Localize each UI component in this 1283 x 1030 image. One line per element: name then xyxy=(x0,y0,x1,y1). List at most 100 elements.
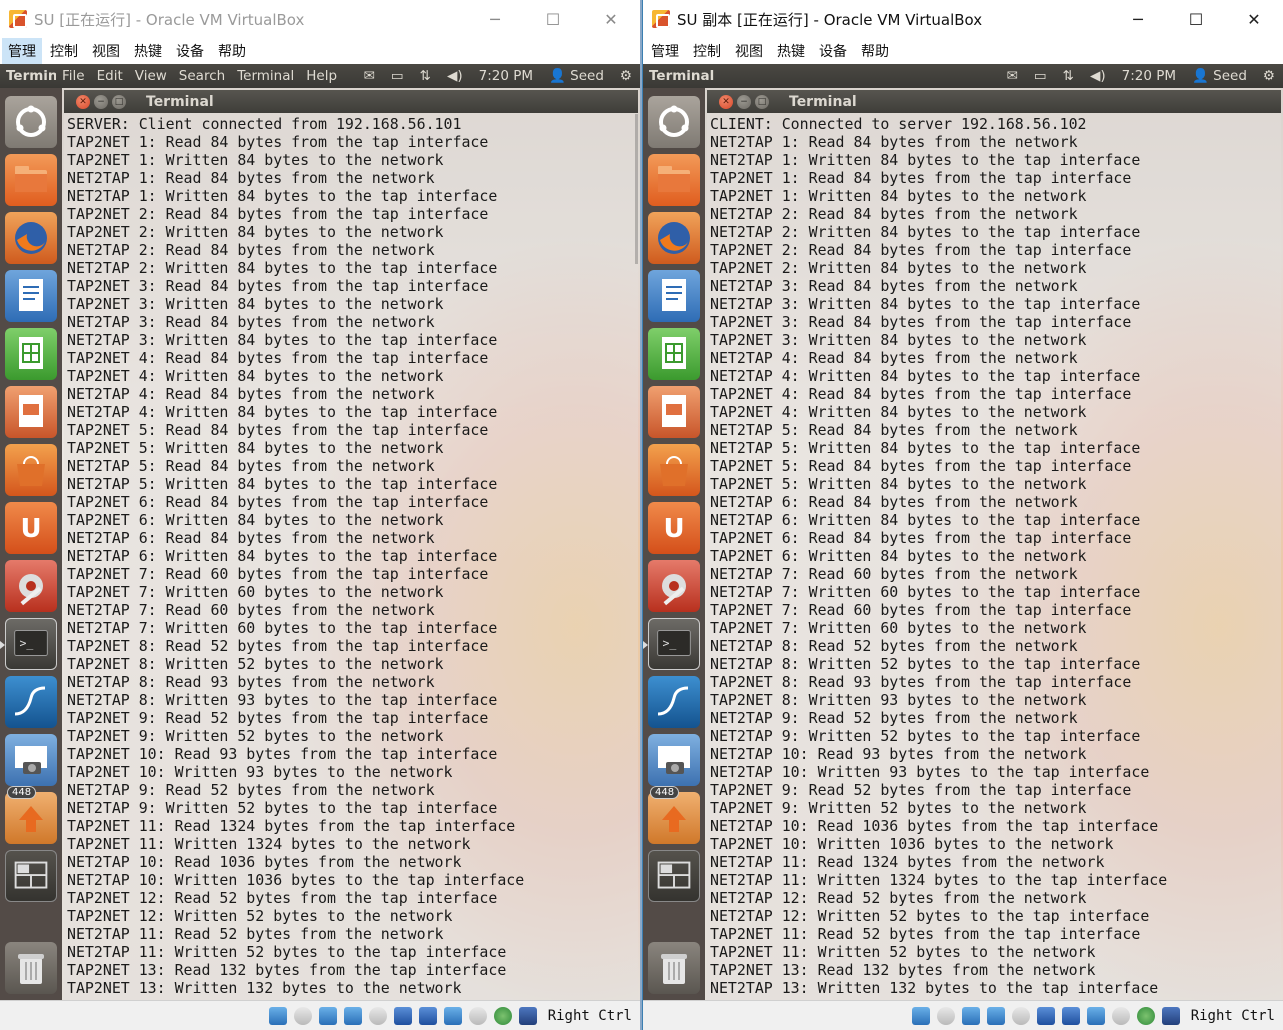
menu-help[interactable]: 帮助 xyxy=(212,38,252,64)
mouse-integration-icon[interactable] xyxy=(1136,1006,1155,1025)
video-capture-icon[interactable] xyxy=(1086,1006,1105,1025)
network-icon[interactable]: ⇅ xyxy=(1063,68,1074,84)
terminal-window[interactable]: ✕ − □ Terminal CLIENT: Connected to serv… xyxy=(707,90,1281,1000)
calc-icon[interactable] xyxy=(5,328,57,380)
optical-drive-icon[interactable] xyxy=(936,1006,955,1025)
usb-icon[interactable] xyxy=(368,1006,387,1025)
terminal-minimize-button[interactable]: − xyxy=(94,94,108,109)
keyboard-capture-icon[interactable] xyxy=(518,1006,537,1025)
menu-view[interactable]: 视图 xyxy=(729,38,769,64)
terminal-scrollbar[interactable] xyxy=(635,114,638,264)
ubuntu-dash-icon[interactable] xyxy=(5,96,57,148)
minimize-button[interactable]: ─ xyxy=(1109,0,1167,38)
screenshot-icon[interactable] xyxy=(648,734,700,786)
menu-manage[interactable]: 管理 xyxy=(645,38,685,64)
calc-icon[interactable] xyxy=(648,328,700,380)
shared-folders-icon[interactable] xyxy=(393,1006,412,1025)
menu-devices[interactable]: 设备 xyxy=(170,38,210,64)
impress-icon[interactable] xyxy=(5,386,57,438)
writer-icon[interactable] xyxy=(648,270,700,322)
panel-menu-help[interactable]: Help xyxy=(300,68,343,84)
trash-icon[interactable] xyxy=(5,942,57,994)
system-settings-icon[interactable] xyxy=(648,560,700,612)
video-capture-icon[interactable] xyxy=(443,1006,462,1025)
ubuntu-dash-icon[interactable] xyxy=(648,96,700,148)
menu-hotkeys[interactable]: 热键 xyxy=(771,38,811,64)
audio-icon[interactable] xyxy=(318,1006,337,1025)
network-adapter-icon[interactable] xyxy=(343,1006,362,1025)
volume-icon[interactable]: ◀) xyxy=(1090,68,1106,84)
hard-disk-icon[interactable] xyxy=(268,1006,287,1025)
menu-control[interactable]: 控制 xyxy=(687,38,727,64)
workspace-switcher-icon[interactable] xyxy=(5,850,57,902)
close-button[interactable]: ✕ xyxy=(1225,0,1283,38)
maximize-button[interactable]: ☐ xyxy=(524,0,582,38)
display-icon[interactable] xyxy=(418,1006,437,1025)
cpu-icon[interactable] xyxy=(468,1006,487,1025)
impress-icon[interactable] xyxy=(648,386,700,438)
mouse-integration-icon[interactable] xyxy=(493,1006,512,1025)
window-titlebar[interactable]: SU 副本 [正在运行] - Oracle VM VirtualBox ─ ☐ … xyxy=(643,0,1283,38)
menu-hotkeys[interactable]: 热键 xyxy=(128,38,168,64)
panel-menu-file[interactable]: File xyxy=(56,68,91,84)
terminal-close-button[interactable]: ✕ xyxy=(719,94,733,109)
terminal-window[interactable]: ✕ − □ Terminal SERVER: Client connected … xyxy=(64,90,638,1000)
user-menu[interactable]: 👤 Seed xyxy=(549,68,604,84)
settings-gear-icon[interactable]: ⚙ xyxy=(620,68,632,84)
terminal-icon[interactable]: >_ xyxy=(648,618,700,670)
menu-manage[interactable]: 管理 xyxy=(2,38,42,64)
keyboard-capture-icon[interactable] xyxy=(1161,1006,1180,1025)
terminal-titlebar[interactable]: ✕ − □ Terminal xyxy=(64,90,638,113)
screenshot-icon[interactable] xyxy=(5,734,57,786)
clock[interactable]: 7:20 PM xyxy=(479,68,533,84)
files-icon[interactable] xyxy=(648,154,700,206)
files-icon[interactable] xyxy=(5,154,57,206)
panel-menu-edit[interactable]: Edit xyxy=(91,68,129,84)
wireshark-icon[interactable] xyxy=(5,676,57,728)
ubuntu-one-icon[interactable]: U xyxy=(5,502,57,554)
cpu-icon[interactable] xyxy=(1111,1006,1130,1025)
trash-icon[interactable] xyxy=(648,942,700,994)
battery-icon[interactable]: ▭ xyxy=(391,68,404,84)
terminal-titlebar[interactable]: ✕ − □ Terminal xyxy=(707,90,1281,113)
writer-icon[interactable] xyxy=(5,270,57,322)
software-center-icon[interactable] xyxy=(648,444,700,496)
terminal-close-button[interactable]: ✕ xyxy=(76,94,90,109)
ubuntu-one-icon[interactable]: U xyxy=(648,502,700,554)
firefox-icon[interactable] xyxy=(5,212,57,264)
user-menu[interactable]: 👤 Seed xyxy=(1192,68,1247,84)
volume-icon[interactable]: ◀) xyxy=(447,68,463,84)
optical-drive-icon[interactable] xyxy=(293,1006,312,1025)
menu-help[interactable]: 帮助 xyxy=(855,38,895,64)
terminal-maximize-button[interactable]: □ xyxy=(755,94,769,109)
guest-display[interactable]: Terminal ✉ ▭ ⇅ ◀) 7:20 PM 👤 Seed ⚙ U >_ … xyxy=(643,64,1283,1000)
terminal-output[interactable]: SERVER: Client connected from 192.168.56… xyxy=(64,113,638,997)
firefox-icon[interactable] xyxy=(648,212,700,264)
terminal-maximize-button[interactable]: □ xyxy=(112,94,126,109)
clock[interactable]: 7:20 PM xyxy=(1122,68,1176,84)
system-settings-icon[interactable] xyxy=(5,560,57,612)
guest-display[interactable]: Terminal File Edit View Search Terminal … xyxy=(0,64,640,1000)
battery-icon[interactable]: ▭ xyxy=(1034,68,1047,84)
menu-devices[interactable]: 设备 xyxy=(813,38,853,64)
network-icon[interactable]: ⇅ xyxy=(420,68,431,84)
network-adapter-icon[interactable] xyxy=(986,1006,1005,1025)
workspace-switcher-icon[interactable] xyxy=(648,850,700,902)
mail-icon[interactable]: ✉ xyxy=(1007,68,1018,84)
panel-menu-search[interactable]: Search xyxy=(173,68,231,84)
terminal-output[interactable]: CLIENT: Connected to server 192.168.56.1… xyxy=(707,113,1281,997)
terminal-minimize-button[interactable]: − xyxy=(737,94,751,109)
panel-menu-view[interactable]: View xyxy=(129,68,173,84)
wireshark-icon[interactable] xyxy=(648,676,700,728)
hard-disk-icon[interactable] xyxy=(911,1006,930,1025)
close-button[interactable]: ✕ xyxy=(582,0,640,38)
minimize-button[interactable]: ─ xyxy=(466,0,524,38)
menu-view[interactable]: 视图 xyxy=(86,38,126,64)
mail-icon[interactable]: ✉ xyxy=(364,68,375,84)
usb-icon[interactable] xyxy=(1011,1006,1030,1025)
menu-control[interactable]: 控制 xyxy=(44,38,84,64)
panel-menu-terminal[interactable]: Terminal xyxy=(231,68,300,84)
display-icon[interactable] xyxy=(1061,1006,1080,1025)
settings-gear-icon[interactable]: ⚙ xyxy=(1263,68,1275,84)
software-center-icon[interactable] xyxy=(5,444,57,496)
